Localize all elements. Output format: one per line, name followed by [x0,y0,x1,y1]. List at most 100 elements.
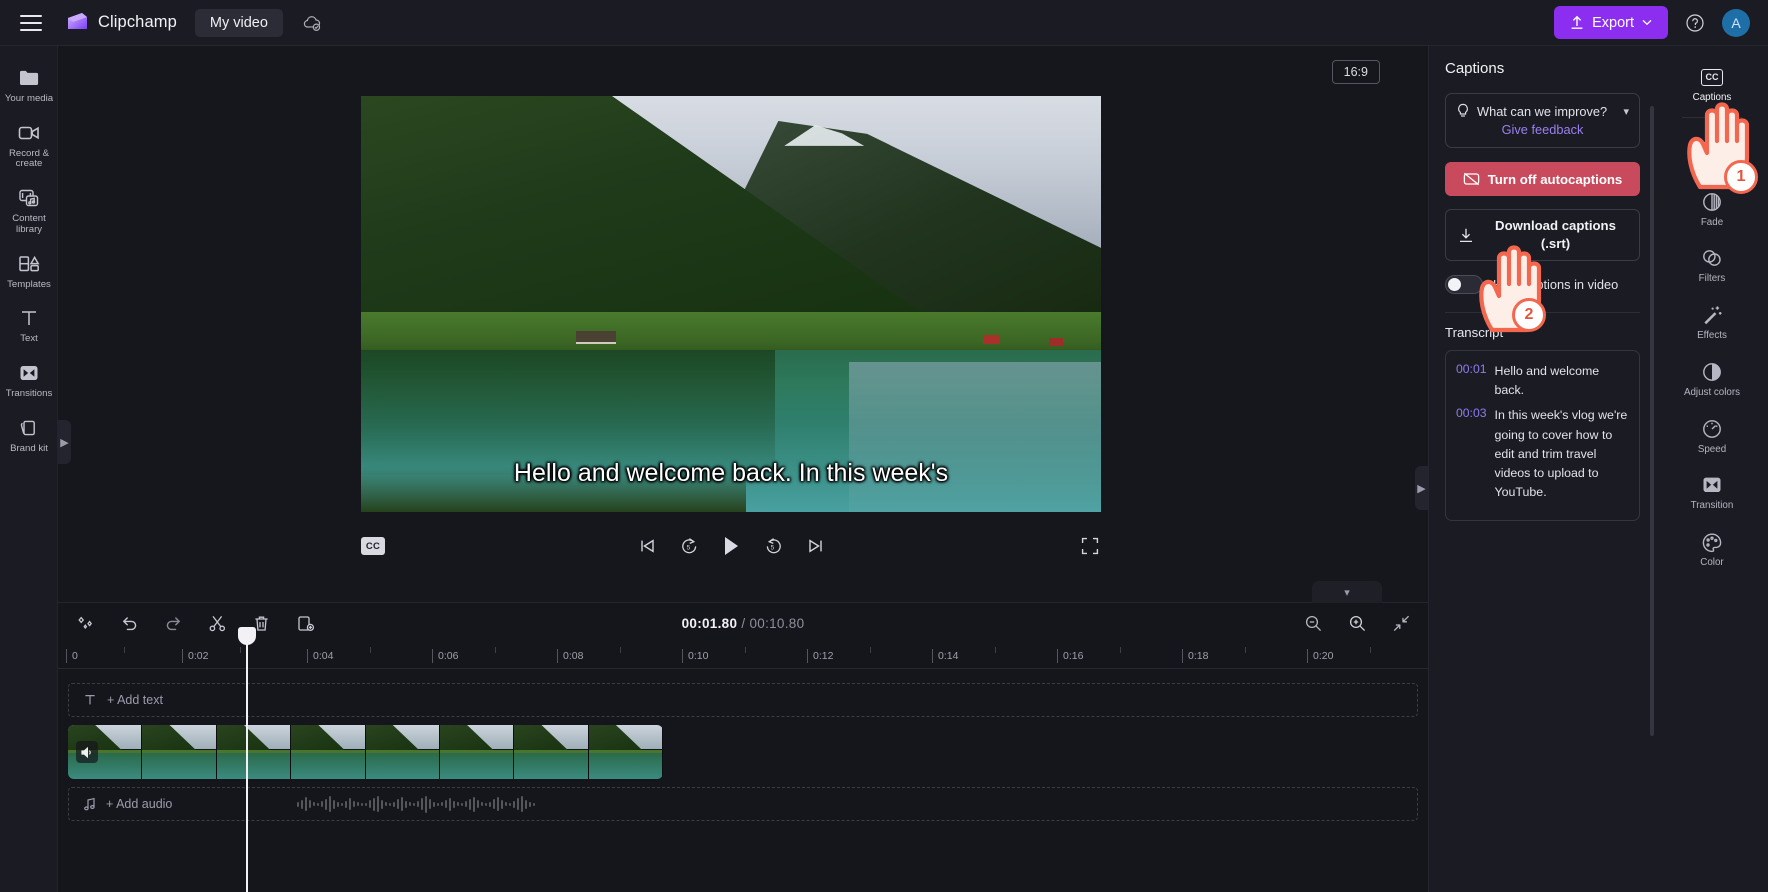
export-label: Export [1592,14,1634,31]
color-palette-icon [1701,531,1723,553]
duplicate-icon[interactable] [294,612,316,634]
rail-item-filters[interactable]: Filters [1656,237,1768,294]
zoom-to-fit-icon[interactable] [1390,612,1412,634]
redo-icon[interactable] [162,612,184,634]
feedback-card[interactable]: What can we improve? ▾ Give feedback [1445,93,1640,148]
zoom-out-icon[interactable] [1302,612,1324,634]
clipchamp-logo-icon [66,12,89,34]
video-clip[interactable] [68,725,663,779]
fade-icon [1701,191,1723,213]
brand-name: Clipchamp [98,13,177,31]
sidebar-item-templates[interactable]: Templates [0,244,58,299]
skip-to-end-icon[interactable] [803,534,827,558]
sidebar-label: Text [20,333,38,345]
text-icon [18,307,40,329]
speaker-icon[interactable] [76,741,98,763]
panel-scrollbar[interactable] [1650,106,1654,736]
sidebar-item-your-media[interactable]: Your media [0,58,58,113]
undo-icon[interactable] [118,612,140,634]
ruler-tick: 0:12 [807,649,833,663]
project-title[interactable]: My video [194,8,283,37]
annotation-badge-2: 2 [1512,298,1546,332]
rail-item-speed[interactable]: Speed [1656,408,1768,465]
add-audio-track[interactable]: + Add audio [68,787,1418,821]
zoom-in-icon[interactable] [1346,612,1368,634]
clipchamp-editor: Clipchamp My video Export A Your media R… [0,0,1768,892]
transcript-row[interactable]: 00:01 Hello and welcome back. [1456,362,1629,400]
turn-off-autocaptions-button[interactable]: Turn off autocaptions [1445,162,1640,196]
hide-captions-row[interactable]: Hide captions in video [1445,275,1640,294]
ruler-tick-minor [620,647,621,653]
panel-collapse-arrow[interactable]: ▶ [1415,466,1428,510]
rewind-5s-icon[interactable]: 5 [677,534,701,558]
sidebar-item-brand-kit[interactable]: Brand kit [0,408,58,463]
chevron-down-icon[interactable]: ▾ [1623,105,1629,118]
audio-waveform [297,794,535,814]
svg-text:5: 5 [686,545,690,552]
svg-text:5: 5 [770,545,774,552]
sidebar-item-text[interactable]: Text [0,298,58,353]
cloud-saved-icon[interactable] [299,10,325,36]
content-library-icon [18,187,40,209]
fullscreen-icon[interactable] [1079,535,1101,557]
captions-toggle-icon[interactable]: CC [361,537,385,555]
rail-label: Adjust colors [1683,386,1741,398]
ruler-tick: 0:04 [307,649,333,663]
lightbulb-icon [1456,103,1470,119]
hide-captions-label: Hide captions in video [1493,277,1619,292]
sidebar-label: Content library [12,213,46,235]
magic-wand-icon[interactable] [74,612,96,634]
video-preview[interactable]: Hello and welcome back. In this week's [361,96,1101,512]
feedback-question: What can we improve? [1477,103,1608,119]
top-bar-actions: Export A [1554,6,1768,39]
timecode-readout: 00:01.80 / 00:10.80 [682,616,805,631]
rail-item-adjust-colors[interactable]: Adjust colors [1656,351,1768,408]
annotation-badge-1: 1 [1724,160,1758,194]
playhead[interactable] [238,627,256,892]
rail-item-captions[interactable]: CC Captions [1656,56,1768,113]
export-button[interactable]: Export [1554,6,1668,39]
download-captions-button[interactable]: Download captions (.srt) [1445,209,1640,261]
ruler-tick-minor [495,647,496,653]
sidebar-item-content-library[interactable]: Content library [0,178,58,243]
skip-to-start-icon[interactable] [635,534,659,558]
add-audio-label: + Add audio [106,797,173,811]
text-icon [83,693,97,707]
adjust-colors-icon [1701,361,1723,383]
play-icon[interactable] [719,534,743,558]
speed-gauge-icon [1701,418,1723,440]
rail-item-effects[interactable]: Effects [1656,294,1768,351]
sidebar-item-transitions[interactable]: Transitions [0,353,58,408]
media-folder-icon [18,67,40,89]
player-controls: CC 5 5 [361,528,1101,564]
hide-captions-toggle[interactable] [1445,275,1483,294]
rail-label: Audio [1699,159,1725,171]
ruler-tick: 0:18 [1182,649,1208,663]
hamburger-icon[interactable] [20,14,42,31]
sidebar-item-record-create[interactable]: Record & create [0,113,58,178]
transcript-row[interactable]: 00:03 In this week's vlog we're going to… [1456,406,1629,502]
transitions-icon [18,362,40,384]
timeline-collapse-button[interactable]: ▾ [1312,581,1382,603]
ruler-tick-minor [1245,647,1246,653]
ruler-tick-minor [240,647,241,653]
add-text-track[interactable]: + Add text [68,683,1418,717]
give-feedback-link[interactable]: Give feedback [1456,122,1629,137]
captions-panel: Captions What can we improve? ▾ Give fee… [1428,46,1656,892]
rail-label: Transition [1690,500,1734,512]
upload-arrow-icon [1570,15,1584,30]
forward-5s-icon[interactable]: 5 [761,534,785,558]
ruler-tick: 0:02 [182,649,208,663]
download-icon [1458,227,1474,244]
ruler-tick-minor [1120,647,1121,653]
aspect-ratio-button[interactable]: 16:9 [1331,60,1380,84]
split-scissors-icon[interactable] [206,612,228,634]
rail-item-transition[interactable]: Transition [1656,464,1768,521]
ruler-tick: 0:14 [932,649,958,663]
timeline-ruler[interactable]: 0 0:02 0:04 0:06 0:08 0:10 0:12 0:14 0:1… [58,643,1428,669]
sidebar-expand-toggle[interactable]: ▶ [58,420,71,464]
help-icon[interactable] [1682,10,1708,36]
transcript-box[interactable]: 00:01 Hello and welcome back. 00:03 In t… [1445,350,1640,521]
avatar[interactable]: A [1722,8,1750,37]
rail-item-color[interactable]: Color [1656,521,1768,578]
